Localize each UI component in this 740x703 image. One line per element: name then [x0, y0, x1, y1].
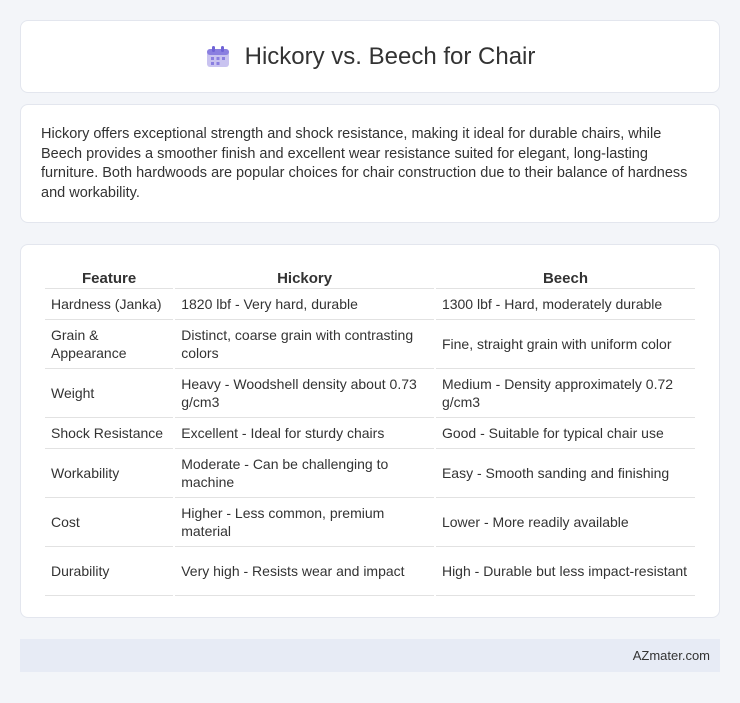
table-cell: Grain & Appearance [45, 320, 174, 369]
intro-card: Hickory offers exceptional strength and … [20, 104, 720, 223]
table-cell: 1300 lbf - Hard, moderately durable [435, 289, 695, 320]
table-cell: Higher - Less common, premium material [175, 498, 434, 547]
title-card: Hickory vs. Beech for Chair [20, 20, 720, 93]
table-row: Workability Moderate - Can be challengin… [45, 449, 695, 498]
table-cell: Hardness (Janka) [45, 289, 174, 320]
table-row: Durability Very high - Resists wear and … [45, 547, 695, 596]
table-cell: Durability [45, 547, 174, 596]
table-cell: Good - Suitable for typical chair use [435, 418, 695, 449]
column-header: Hickory [175, 265, 434, 289]
footer-bar: AZmater.com [20, 639, 720, 672]
comparison-table: Feature Hickory Beech Hardness (Janka) 1… [43, 265, 697, 596]
comparison-card: Feature Hickory Beech Hardness (Janka) 1… [20, 244, 720, 618]
table-row: Cost Higher - Less common, premium mater… [45, 498, 695, 547]
table-cell: Distinct, coarse grain with contrasting … [175, 320, 434, 369]
table-cell: 1820 lbf - Very hard, durable [175, 289, 434, 320]
table-cell: Medium - Density approximately 0.72 g/cm… [435, 369, 695, 418]
table-cell: Cost [45, 498, 174, 547]
table-row: Hardness (Janka) 1820 lbf - Very hard, d… [45, 289, 695, 320]
table-cell: Shock Resistance [45, 418, 174, 449]
table-cell: Moderate - Can be challenging to machine [175, 449, 434, 498]
intro-text: Hickory offers exceptional strength and … [41, 126, 688, 201]
table-cell: Workability [45, 449, 174, 498]
table-cell: Weight [45, 369, 174, 418]
table-cell: Easy - Smooth sanding and finishing [435, 449, 695, 498]
page-title: Hickory vs. Beech for Chair [244, 42, 536, 70]
footer-site-link[interactable]: AZmater.com [633, 648, 710, 663]
table-header-row: Feature Hickory Beech [45, 265, 695, 289]
table-cell: High - Durable but less impact-resistant [435, 547, 695, 596]
calendar-icon [205, 45, 231, 69]
column-header: Beech [435, 265, 695, 289]
table-cell: Very high - Resists wear and impact [175, 547, 434, 596]
table-cell: Lower - More readily available [435, 498, 695, 547]
table-row: Grain & Appearance Distinct, coarse grai… [45, 320, 695, 369]
table-cell: Heavy - Woodshell density about 0.73 g/c… [175, 369, 434, 418]
table-cell: Excellent - Ideal for sturdy chairs [175, 418, 434, 449]
table-row: Shock Resistance Excellent - Ideal for s… [45, 418, 695, 449]
table-cell: Fine, straight grain with uniform color [435, 320, 695, 369]
column-header: Feature [45, 265, 174, 289]
table-row: Weight Heavy - Woodshell density about 0… [45, 369, 695, 418]
